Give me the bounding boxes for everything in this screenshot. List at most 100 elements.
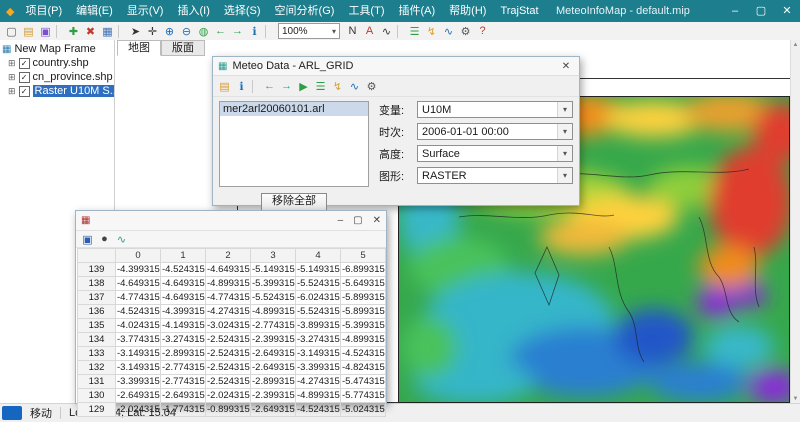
- cell[interactable]: -3.149315: [115, 346, 161, 361]
- cell[interactable]: -4.274315: [295, 374, 341, 389]
- menu-item[interactable]: 插入(I): [170, 0, 216, 22]
- cell[interactable]: -4.274315: [205, 304, 251, 319]
- separator[interactable]: [118, 24, 125, 38]
- cell[interactable]: -2.649315: [250, 402, 296, 417]
- table-row[interactable]: 134 -3.774315 -3.274315 -2.524315 -2.399…: [77, 332, 386, 347]
- table-row[interactable]: 130 -2.649315 -2.649315 -2.024315 -2.399…: [77, 388, 386, 403]
- cell[interactable]: -4.774315: [205, 290, 251, 305]
- cell[interactable]: -6.899315: [340, 262, 386, 277]
- cell[interactable]: -2.024315: [115, 402, 161, 417]
- minimize-button[interactable]: –: [728, 0, 742, 22]
- save-icon[interactable]: ▣: [37, 23, 54, 39]
- cell[interactable]: -2.649315: [160, 388, 206, 403]
- table-row[interactable]: 129 -2.024315 -1.774315 -0.899315 -2.649…: [77, 402, 386, 417]
- cell[interactable]: -4.824315: [340, 360, 386, 375]
- table-row[interactable]: 137 -4.774315 -4.649315 -4.774315 -5.524…: [77, 290, 386, 305]
- column-header[interactable]: 0: [115, 248, 161, 263]
- cell[interactable]: -2.399315: [250, 388, 296, 403]
- cell[interactable]: -4.024315: [115, 318, 161, 333]
- animate-icon[interactable]: ▶: [295, 78, 312, 94]
- menu-item[interactable]: 帮助(H): [442, 0, 493, 22]
- prev-time-icon[interactable]: ←: [261, 78, 278, 94]
- maximize-button[interactable]: ▢: [754, 0, 768, 22]
- separator[interactable]: [56, 24, 63, 38]
- pan-icon[interactable]: ✛: [144, 23, 161, 39]
- cell[interactable]: -2.774315: [160, 360, 206, 375]
- row-header[interactable]: 139: [77, 262, 116, 277]
- cell[interactable]: -2.399315: [250, 332, 296, 347]
- field-combo[interactable]: Surface ▾: [417, 145, 573, 162]
- layer-checkbox[interactable]: ✓: [18, 57, 30, 69]
- new-document-icon[interactable]: ▢: [3, 23, 20, 39]
- cell[interactable]: -5.399315: [250, 276, 296, 291]
- cell[interactable]: -5.399315: [340, 318, 386, 333]
- table-dialog-titlebar[interactable]: ▦ – ▢ ✕: [76, 211, 386, 231]
- cell[interactable]: -2.774315: [160, 374, 206, 389]
- cell[interactable]: -3.274315: [160, 332, 206, 347]
- menu-item[interactable]: 插件(A): [391, 0, 442, 22]
- field-combo[interactable]: 2006-01-01 00:00 ▾: [417, 123, 573, 140]
- cell[interactable]: -4.649315: [205, 262, 251, 277]
- row-header[interactable]: 132: [77, 360, 116, 375]
- cell[interactable]: -5.524315: [295, 276, 341, 291]
- menu-item[interactable]: 工具(T): [341, 0, 391, 22]
- north-arrow-icon[interactable]: N: [344, 23, 361, 39]
- draw-icon[interactable]: ↯: [329, 78, 346, 94]
- cell[interactable]: -5.149315: [295, 262, 341, 277]
- menu-item[interactable]: 空间分析(G): [268, 0, 342, 22]
- cell[interactable]: -4.899315: [250, 304, 296, 319]
- table-row[interactable]: 138 -4.649315 -4.649315 -4.899315 -5.399…: [77, 276, 386, 291]
- save-icon[interactable]: ▣: [79, 231, 96, 247]
- table-row[interactable]: 139 -4.399315 -4.524315 -4.649315 -5.149…: [77, 262, 386, 277]
- close-icon[interactable]: ✕: [558, 61, 574, 72]
- grid-view-icon[interactable]: ☰: [312, 78, 329, 94]
- open-data-icon[interactable]: ▤: [216, 78, 233, 94]
- point-mode-icon[interactable]: ●: [96, 231, 113, 247]
- next-time-icon[interactable]: →: [278, 78, 295, 94]
- zoom-out-icon[interactable]: ⊖: [178, 23, 195, 39]
- cell[interactable]: -5.474315: [340, 374, 386, 389]
- taskbar-app-icon[interactable]: [2, 406, 22, 420]
- cell[interactable]: -2.774315: [250, 318, 296, 333]
- cell[interactable]: -2.524315: [205, 332, 251, 347]
- expand-icon[interactable]: ⊞: [8, 58, 16, 68]
- meteo-dialog-titlebar[interactable]: ▦ Meteo Data - ARL_GRID ✕: [213, 57, 579, 76]
- chevron-down-icon[interactable]: ▾: [557, 168, 572, 183]
- close-button[interactable]: ✕: [780, 0, 794, 22]
- table-row[interactable]: 133 -3.149315 -2.899315 -2.524315 -2.649…: [77, 346, 386, 361]
- row-header[interactable]: 138: [77, 276, 116, 291]
- menu-item[interactable]: 显示(V): [120, 0, 171, 22]
- row-header[interactable]: 131: [77, 374, 116, 389]
- separator[interactable]: [252, 79, 259, 93]
- maximize-button[interactable]: ▢: [353, 215, 362, 226]
- map-frame-node[interactable]: ▦ New Map Frame: [0, 42, 114, 56]
- expand-icon[interactable]: ⊞: [8, 86, 16, 96]
- cell[interactable]: -2.899315: [250, 374, 296, 389]
- row-header[interactable]: 136: [77, 304, 116, 319]
- cell[interactable]: -5.774315: [340, 388, 386, 403]
- meteo-file-list[interactable]: mer2arl20060101.arl: [219, 101, 369, 187]
- row-header[interactable]: 129: [77, 402, 116, 417]
- tab-map[interactable]: 地图: [117, 40, 161, 56]
- cell[interactable]: -4.774315: [115, 290, 161, 305]
- expand-icon[interactable]: ⊞: [8, 72, 16, 82]
- remove-layer-icon[interactable]: ✖: [82, 23, 99, 39]
- cell[interactable]: -4.899315: [205, 276, 251, 291]
- chevron-down-icon[interactable]: ▾: [557, 124, 572, 139]
- table-row[interactable]: 131 -3.399315 -2.774315 -2.524315 -2.899…: [77, 374, 386, 389]
- menu-item[interactable]: 项目(P): [18, 0, 69, 22]
- cell[interactable]: -4.524315: [115, 304, 161, 319]
- cell[interactable]: -4.524315: [340, 346, 386, 361]
- cell[interactable]: -1.774315: [160, 402, 206, 417]
- cell[interactable]: -3.399315: [115, 374, 161, 389]
- field-combo[interactable]: U10M ▾: [417, 101, 573, 118]
- cell[interactable]: -0.899315: [205, 402, 251, 417]
- cell[interactable]: -5.524315: [295, 304, 341, 319]
- column-header[interactable]: 5: [340, 248, 386, 263]
- cell[interactable]: -4.899315: [340, 332, 386, 347]
- cell[interactable]: -4.524315: [160, 262, 206, 277]
- cell[interactable]: -3.899315: [295, 318, 341, 333]
- scroll-up-icon[interactable]: ▲: [793, 40, 799, 50]
- cell[interactable]: -3.399315: [295, 360, 341, 375]
- file-item[interactable]: mer2arl20060101.arl: [220, 102, 368, 116]
